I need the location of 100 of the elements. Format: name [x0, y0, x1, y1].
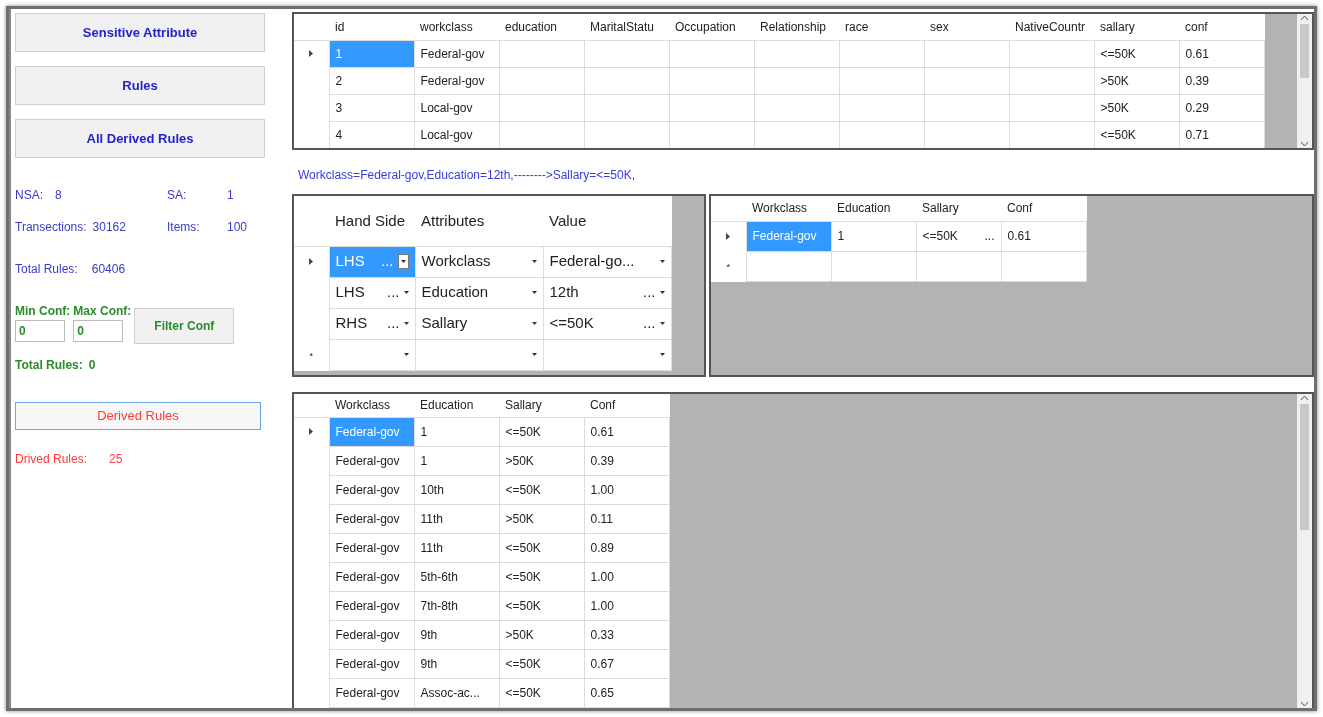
table-cell: Federal-gov [329, 504, 414, 533]
column-header[interactable]: MaritalStatu [584, 14, 669, 40]
ellipsis-button[interactable]: ... [387, 312, 400, 335]
table-cell: <=50K [499, 591, 584, 620]
cell-text: <=50K [549, 313, 595, 334]
scrollbar[interactable] [1297, 394, 1312, 708]
table-cell: 1.00 [584, 475, 669, 504]
cell-text: Federal-go... [549, 251, 636, 272]
cell-text: Sallary [421, 313, 469, 334]
table-cell: <=50K [499, 678, 584, 707]
table-cell: 9th [414, 649, 499, 678]
table-cell: 1 [414, 446, 499, 475]
dropdown-arrow-icon[interactable] [531, 353, 537, 356]
table-cell: 0.11 [584, 504, 669, 533]
scroll-thumb[interactable] [1300, 24, 1309, 78]
column-header[interactable]: Relationship [754, 14, 839, 40]
max-conf-field[interactable]: 0 [73, 320, 124, 342]
dropdown-arrow-icon[interactable] [659, 353, 665, 356]
filter-button[interactable]: Filter Conf [134, 308, 235, 344]
scroll-down-icon[interactable] [1300, 700, 1309, 708]
table-cell: 1 [831, 221, 916, 251]
scrollbar[interactable] [1297, 14, 1312, 148]
table-cell: 0.61 [1179, 40, 1264, 67]
table-cell: Federal-gov [329, 591, 414, 620]
column-header[interactable]: NativeCountr [1009, 14, 1094, 40]
new-row-marker: * [726, 262, 730, 272]
scroll-thumb[interactable] [1300, 404, 1309, 530]
dropdown-arrow-icon[interactable] [659, 260, 665, 263]
ellipsis-button[interactable]: ... [643, 312, 656, 335]
cell-text: Workclass [421, 251, 492, 272]
column-header[interactable]: sallary [1094, 14, 1179, 40]
column-header[interactable]: Attributes [415, 196, 543, 246]
column-header[interactable]: Education [831, 196, 916, 221]
dropdown-arrow-icon[interactable] [531, 322, 537, 325]
table-cell: Assoc-ac... [414, 678, 499, 707]
value: 60406 [91, 261, 126, 278]
ellipsis-button[interactable]: ... [643, 281, 656, 304]
column-header[interactable]: education [499, 14, 584, 40]
column-header[interactable]: Workclass [746, 196, 831, 221]
table-cell: 0.29 [1179, 94, 1264, 121]
nav-button[interactable]: Rules [15, 66, 265, 105]
table-cell: Federal-gov [329, 533, 414, 562]
nav-button[interactable]: Sensitive Attribute [15, 13, 265, 52]
label: Min Conf: [15, 303, 71, 320]
dropdown-arrow-icon[interactable] [531, 260, 537, 263]
dropdown-arrow-icon[interactable] [659, 291, 665, 294]
column-header[interactable]: Occupation [669, 14, 754, 40]
table-cell: 11th [414, 504, 499, 533]
table-cell: 10th [414, 475, 499, 504]
label: Total Rules: [15, 261, 78, 278]
label: Drived Rules: [15, 451, 88, 468]
table-cell: Federal-gov [329, 562, 414, 591]
column-header[interactable]: Workclass [329, 394, 414, 417]
dropdown-arrow-icon[interactable] [403, 291, 409, 294]
dropdown-arrow-icon[interactable] [659, 322, 665, 325]
column-header[interactable]: Sallary [499, 394, 584, 417]
column-header[interactable]: Conf [584, 394, 669, 417]
scroll-down-icon[interactable] [1300, 140, 1309, 148]
table-cell: <=50K [499, 649, 584, 678]
table-cell: Federal-gov [414, 67, 499, 94]
column-header[interactable]: Education [414, 394, 499, 417]
dropdown-arrow-icon[interactable] [403, 353, 409, 356]
table-cell: 0.33 [584, 620, 669, 649]
table-cell: 1.00 [584, 562, 669, 591]
column-header[interactable]: workclass [414, 14, 499, 40]
table-cell: Federal-gov [329, 678, 414, 707]
column-header[interactable]: Sallary [916, 196, 1001, 221]
table-cell: <=50K [1094, 40, 1179, 67]
ellipsis-button[interactable]: ... [984, 227, 995, 245]
table-cell: 0.39 [1179, 67, 1264, 94]
cell-text: Education [421, 282, 490, 303]
column-header[interactable]: conf [1179, 14, 1264, 40]
table-cell: 0.61 [584, 417, 669, 446]
value: 1 [227, 187, 235, 204]
nav-button[interactable]: All Derived Rules [15, 119, 265, 158]
dropdown-arrow-icon[interactable] [531, 291, 537, 294]
dropdown-arrow-icon[interactable] [400, 260, 406, 263]
value: 8 [55, 187, 62, 204]
row-pointer-icon [309, 258, 314, 266]
cell-text: LHS [335, 282, 366, 303]
table-cell: 1.00 [584, 591, 669, 620]
label: Items: [167, 219, 201, 236]
scroll-up-icon[interactable] [1300, 394, 1309, 402]
column-header[interactable]: Value [543, 196, 671, 246]
column-header[interactable]: Hand Side [329, 196, 415, 246]
column-header[interactable]: id [329, 14, 414, 40]
rule-text: Workclass=Federal-gov,Education=12th,-------->Sallary=<=50K, [297, 167, 637, 184]
ellipsis-button[interactable]: ... [387, 281, 400, 304]
table-cell: Federal-gov [329, 475, 414, 504]
table-cell: 0.67 [584, 649, 669, 678]
table-cell: 2 [329, 67, 414, 94]
column-header[interactable]: race [839, 14, 924, 40]
column-header[interactable]: Conf [1001, 196, 1086, 221]
column-header[interactable]: sex [924, 14, 1009, 40]
dropdown-arrow-icon[interactable] [403, 322, 409, 325]
table-cell: >50K [499, 504, 584, 533]
scroll-up-icon[interactable] [1300, 14, 1309, 22]
min-conf-field[interactable]: 0 [15, 320, 65, 342]
table-cell: 1 [329, 40, 414, 67]
table-cell: Federal-gov [746, 221, 831, 251]
